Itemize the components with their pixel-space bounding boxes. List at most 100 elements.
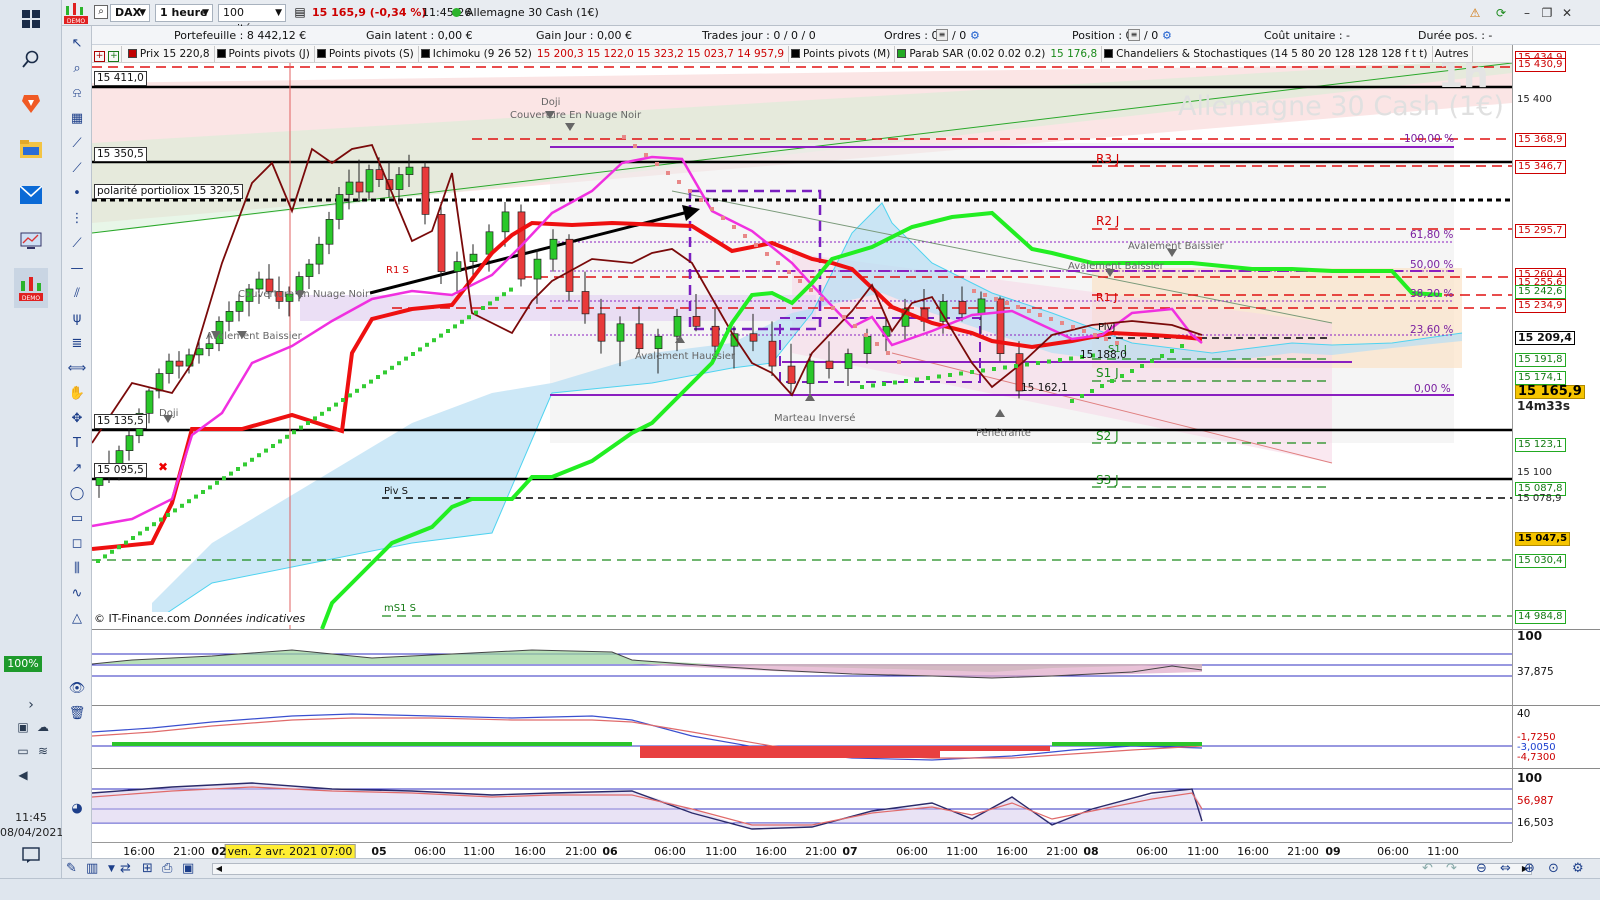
rectangle-icon[interactable]: ▭ — [66, 509, 88, 529]
zoom-reset-icon[interactable]: ⊙ — [1548, 861, 1559, 876]
system-clock[interactable]: 11:45 08/04/2021 — [0, 810, 63, 840]
triangle-icon[interactable]: △ — [66, 609, 88, 629]
chart-canvas[interactable]: ✖ — [92, 63, 1512, 629]
window-minimize-icon[interactable]: – — [1518, 4, 1536, 22]
alert-icon[interactable]: ⚠ — [1466, 4, 1484, 22]
indicator-chip[interactable]: Autres — [1433, 46, 1474, 62]
candle-body — [673, 315, 682, 337]
search-icon[interactable] — [14, 44, 48, 74]
zoom-fit-icon[interactable]: ⇔ — [1500, 861, 1511, 876]
measure-icon[interactable]: ⟺ — [66, 359, 88, 379]
layout-icon[interactable]: ⊞ — [142, 861, 153, 876]
level-label-15135[interactable]: 15 135,5 — [94, 414, 147, 429]
level-label-15095[interactable]: 15 095,5 — [94, 463, 147, 478]
candle-body — [255, 278, 264, 290]
units-select[interactable]: 100 unités▼ — [218, 4, 286, 35]
sar-dot — [1069, 356, 1073, 361]
brave-browser-icon[interactable] — [14, 88, 48, 118]
symbol-lookup-icon[interactable]: ⌕ — [94, 5, 108, 19]
sar-dot — [1070, 399, 1074, 403]
indicator-chip[interactable]: Chandeliers & Stochastiques (14 5 80 20 … — [1102, 46, 1433, 62]
fibonacci-icon[interactable]: ≣ — [66, 334, 88, 354]
indicator-chip[interactable]: Prix 15 220,8 — [126, 46, 215, 62]
ellipse-icon[interactable]: ◯ — [66, 484, 88, 504]
time-axis[interactable]: ven. 2 avr. 2021 07:00 16:00 21:00 02 05 06:… — [92, 842, 1512, 859]
price-chart[interactable]: ✖ 1h Allemagne 30 Cash (1€) 15 411,0 15 … — [92, 63, 1512, 629]
add-indicator-button[interactable]: + + — [92, 46, 123, 62]
volume-icon[interactable]: ◀ — [6, 760, 40, 790]
level-label-polarity[interactable]: polarité portioliox 15 320,5 — [94, 184, 243, 199]
hand-icon[interactable]: ✋ — [66, 384, 88, 404]
zoom-icon[interactable]: ⌕ — [66, 59, 88, 79]
indicator-chip[interactable]: Points pivots (M) — [789, 46, 896, 62]
level-label-15350[interactable]: 15 350,5 — [94, 147, 147, 162]
pencil-icon[interactable]: ✎ — [66, 861, 77, 876]
chevron-down-icon[interactable]: ▼ — [108, 864, 115, 874]
trash-icon[interactable]: 🗑 — [66, 704, 88, 724]
refresh-icon[interactable]: ⟳ — [1492, 4, 1510, 22]
trading-app-icon[interactable]: DEMO — [14, 268, 48, 308]
sar-dot — [1016, 305, 1020, 309]
levels-icon[interactable]: ⫼ — [66, 559, 88, 579]
pitchfork-icon[interactable]: ψ — [66, 309, 88, 329]
share-icon[interactable]: ⇄ — [120, 861, 131, 876]
mail-icon[interactable] — [14, 180, 48, 210]
macd-panel[interactable] — [92, 705, 1512, 768]
scroll-left-icon[interactable]: ◀ — [213, 864, 225, 874]
indicator-chip[interactable]: Ichimoku (9 26 52) 15 200,3 15 122,0 15 3… — [419, 46, 790, 62]
position-list-icon[interactable]: ≡ — [1128, 29, 1140, 41]
eye-icon[interactable]: 👁 — [66, 679, 88, 699]
pivot-label-r1j: R1 J — [1096, 291, 1118, 304]
segment-icon[interactable]: • — [66, 184, 88, 204]
macd-axis-v3: -4,7300 — [1517, 752, 1556, 763]
redo-icon[interactable]: ↷ — [1446, 861, 1457, 876]
symbol-select[interactable]: DAX ▼ — [110, 4, 150, 22]
undo-icon[interactable]: ↶ — [1422, 861, 1433, 876]
print-icon[interactable]: ⎙ — [162, 861, 172, 876]
ruler-icon[interactable]: ▦ — [66, 109, 88, 129]
indicator-chip[interactable]: Points pivots (S) — [315, 46, 419, 62]
momentum-panel[interactable] — [92, 629, 1512, 705]
move-icon[interactable]: ✥ — [66, 409, 88, 429]
ticket-icon[interactable]: ▤ — [292, 5, 308, 21]
vertical-line-icon[interactable]: ⋮ — [66, 209, 88, 229]
file-explorer-icon[interactable] — [14, 134, 48, 164]
timeframe-select[interactable]: 1 heure ▼ — [155, 4, 213, 22]
save-icon[interactable]: ▣ — [182, 861, 194, 876]
orders-list-icon[interactable]: ≡ — [936, 29, 948, 41]
windows-start-icon[interactable] — [14, 4, 48, 34]
stochastic-panel[interactable] — [92, 768, 1512, 842]
zoom-in-icon[interactable]: ⊕ — [1524, 861, 1535, 876]
window-restore-icon[interactable]: ❐ — [1538, 4, 1556, 22]
horizontal-scrollbar[interactable]: ◀ ▶ — [212, 863, 1532, 875]
sar-dot — [893, 380, 897, 385]
indicator-chip[interactable]: Points pivots (J) — [215, 46, 315, 62]
zoom-out-icon[interactable]: ⊖ — [1476, 861, 1487, 876]
trendline-icon[interactable]: ⟋ — [66, 134, 88, 154]
candle-body — [125, 435, 134, 451]
window-close-icon[interactable]: ✕ — [1558, 4, 1576, 22]
wave-icon[interactable]: ∿ — [66, 584, 88, 604]
cursor-icon[interactable]: ↖ — [66, 34, 88, 54]
bell-icon[interactable]: ⍾ — [66, 84, 88, 104]
price-axis-label: 15 191,8 — [1515, 352, 1566, 367]
sar-dot — [1170, 349, 1174, 353]
settings-icon[interactable]: ⚙ — [1572, 861, 1584, 876]
level-label-15411[interactable]: 15 411,0 — [94, 71, 147, 86]
line-icon[interactable]: ⟋ — [66, 234, 88, 254]
orders-settings-icon[interactable]: ⚙ — [970, 29, 980, 42]
text-icon[interactable]: T — [66, 434, 88, 454]
position-settings-icon[interactable]: ⚙ — [1162, 29, 1172, 42]
price-axis[interactable]: 15 434,915 430,915 40015 368,915 346,715… — [1512, 45, 1600, 629]
candle-body — [844, 353, 853, 369]
chart-type-icon[interactable]: ▥ — [86, 861, 98, 876]
horizontal-line-icon[interactable]: — — [66, 259, 88, 279]
palette-icon[interactable]: ◕ — [66, 799, 88, 819]
ray-icon[interactable]: ⟋ — [66, 159, 88, 179]
channel-icon[interactable]: ⫽ — [66, 284, 88, 304]
indicator-chip[interactable]: Parab SAR (0.02 0.02 0.2) 15 176,8 — [895, 46, 1103, 62]
notification-icon[interactable] — [14, 840, 48, 870]
square-icon[interactable]: ◻ — [66, 534, 88, 554]
arrow-icon[interactable]: ↗ — [66, 459, 88, 479]
remote-desktop-icon[interactable] — [14, 226, 48, 256]
